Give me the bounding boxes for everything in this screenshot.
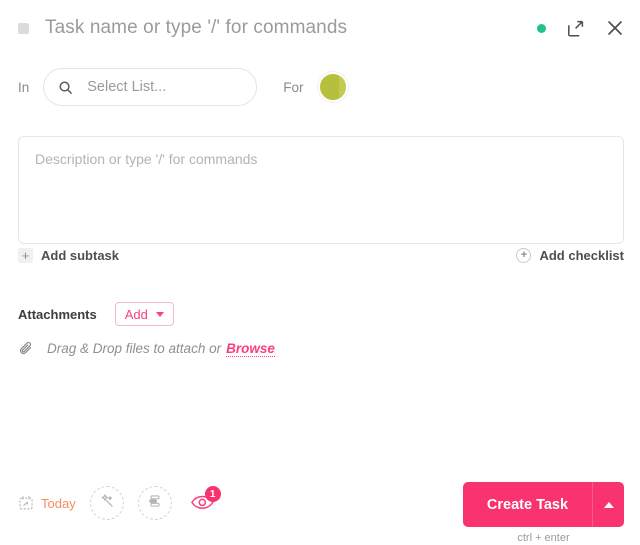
calendar-icon	[18, 495, 34, 511]
attachment-dropzone[interactable]: Drag & Drop files to attach or Browse	[18, 340, 275, 357]
browse-link[interactable]: Browse	[226, 341, 275, 357]
status-dot-icon[interactable]	[537, 23, 546, 33]
task-meta-row: In Select List... For	[18, 68, 348, 106]
attachments-title: Attachments	[18, 306, 97, 322]
dropzone-text: Drag & Drop files to attach or	[47, 341, 222, 356]
create-task-options-button[interactable]	[592, 482, 624, 527]
add-checklist-label: Add checklist	[539, 248, 624, 263]
assignee-avatar[interactable]	[317, 72, 348, 102]
magic-wand-icon	[98, 492, 116, 515]
in-label: In	[18, 79, 30, 95]
create-task-button-group: Create Task	[463, 482, 624, 527]
create-task-shortcut-hint: ctrl + enter	[517, 532, 570, 544]
watchers-button[interactable]: 1	[186, 486, 221, 520]
paperclip-icon	[18, 340, 35, 357]
modal-header: Task name or type '/' for commands	[0, 0, 640, 56]
add-subtask-button[interactable]: + Add subtask	[18, 248, 119, 263]
footer-toolbar: Today 1	[18, 486, 221, 520]
plus-circle-icon: +	[516, 248, 532, 263]
subtask-checklist-row: + Add subtask + Add checklist	[18, 248, 624, 263]
task-name-input[interactable]: Task name or type '/' for commands	[45, 17, 537, 39]
list-selector[interactable]: Select List...	[43, 68, 258, 106]
list-selector-text: Select List...	[87, 79, 167, 95]
description-input[interactable]: Description or type '/' for commands	[18, 136, 624, 244]
chevron-down-icon	[155, 311, 164, 317]
header-actions	[537, 17, 626, 39]
add-subtask-label: Add subtask	[41, 248, 120, 263]
magic-wand-button[interactable]	[89, 486, 124, 520]
priority-bars-icon	[146, 492, 164, 515]
watchers-count-badge: 1	[204, 486, 221, 502]
add-checklist-button[interactable]: + Add checklist	[516, 248, 624, 263]
due-date-button[interactable]: Today	[18, 495, 76, 511]
attachment-add-label: Add	[124, 306, 148, 322]
for-label: For	[283, 79, 304, 95]
chevron-up-icon	[603, 501, 614, 508]
task-type-icon[interactable]	[18, 22, 29, 34]
close-icon[interactable]	[604, 17, 626, 39]
create-task-modal: Task name or type '/' for commands In Se…	[0, 0, 640, 545]
plus-icon: +	[18, 248, 33, 263]
search-icon	[58, 80, 73, 95]
create-task-button[interactable]: Create Task	[463, 482, 592, 527]
attachments-header: Attachments Add	[18, 302, 174, 326]
attachment-add-button[interactable]: Add	[114, 302, 174, 326]
create-task-area: Create Task ctrl + enter	[463, 482, 624, 544]
description-placeholder: Description or type '/' for commands	[35, 151, 258, 167]
due-date-label: Today	[41, 495, 76, 511]
priority-button[interactable]	[137, 486, 172, 520]
expand-icon[interactable]	[564, 17, 586, 39]
